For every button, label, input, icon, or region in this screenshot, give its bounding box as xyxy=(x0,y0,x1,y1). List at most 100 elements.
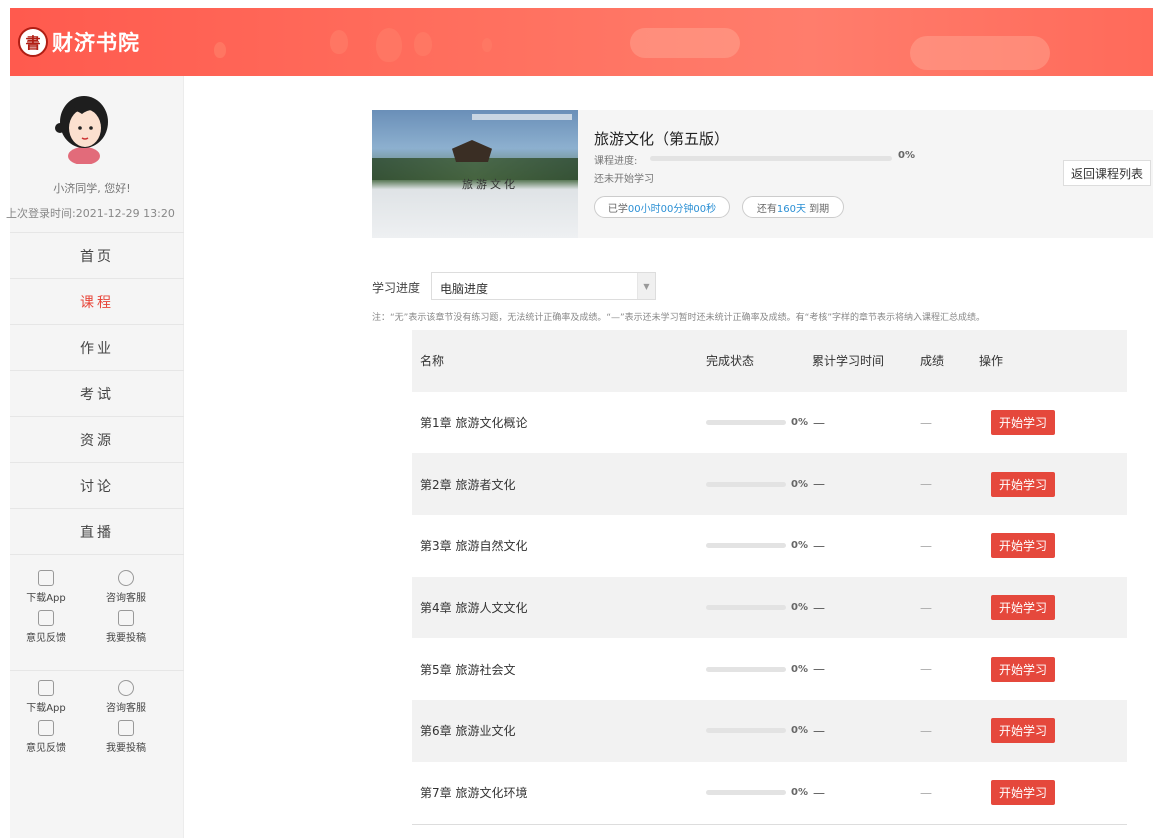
feedback-link[interactable]: 意见反馈 xyxy=(16,720,76,754)
customer-service-link[interactable]: 咨询客服 xyxy=(86,680,166,714)
avatar[interactable] xyxy=(52,92,116,164)
progress-select-label: 学习进度 xyxy=(372,281,421,295)
chapter-name: 第6章 旅游业文化 xyxy=(420,724,516,739)
download-app-link[interactable]: 下载App xyxy=(16,570,76,604)
last-login-time: 上次登录时间:2021-12-29 13:20 xyxy=(6,207,175,220)
header-name: 名称 xyxy=(420,354,445,369)
chapter-score: — xyxy=(920,785,932,800)
feedback-link[interactable]: 意见反馈 xyxy=(16,610,76,644)
balloon-decoration xyxy=(330,30,348,54)
chapter-score: — xyxy=(920,415,932,430)
download-app-link[interactable]: 下载App xyxy=(16,680,76,714)
table-header-row: 名称 完成状态 累计学习时间 成绩 操作 xyxy=(412,330,1127,392)
chapter-name: 第5章 旅游社会文 xyxy=(420,662,516,677)
chapter-progress-bar xyxy=(706,605,786,611)
chapter-progress-percent: 0% xyxy=(791,663,808,675)
headset-icon xyxy=(118,680,134,696)
feedback-icon xyxy=(38,720,54,736)
sidebar-item-homework[interactable]: 作业 xyxy=(10,325,184,371)
cover-title: 旅游文化 xyxy=(462,178,518,191)
chapter-progress-percent: 0% xyxy=(791,417,808,429)
phone-icon xyxy=(38,570,54,586)
phone-icon xyxy=(38,680,54,696)
chapter-score: — xyxy=(920,477,932,492)
course-title: 旅游文化（第五版） xyxy=(594,130,730,148)
chapter-progress-bar xyxy=(706,543,786,549)
sidebar-item-exams[interactable]: 考试 xyxy=(10,371,184,417)
document-icon xyxy=(118,610,134,626)
chapter-progress-bar xyxy=(706,728,786,734)
chapter-study-time: — xyxy=(813,600,825,615)
studied-prefix: 已学 xyxy=(607,203,628,215)
remaining-suffix: 到期 xyxy=(809,203,830,215)
submit-article-link[interactable]: 我要投稿 xyxy=(86,720,166,754)
chapter-name: 第7章 旅游文化环境 xyxy=(420,786,528,801)
progress-select-value: 电脑进度 xyxy=(440,282,489,296)
document-icon xyxy=(118,720,134,736)
sidebar-item-home[interactable]: 首页 xyxy=(10,233,184,279)
chapter-score: — xyxy=(920,538,932,553)
start-learning-button[interactable]: 开始学习 xyxy=(991,780,1055,806)
sidebar-menu: 首页 课程 作业 考试 资源 讨论 直播 xyxy=(10,232,184,555)
course-status: 还未开始学习 xyxy=(594,174,654,185)
sidebar-item-live[interactable]: 直播 xyxy=(10,509,184,555)
table-row: 第5章 旅游社会文 0% — — 开始学习 xyxy=(412,638,1127,700)
header-time: 累计学习时间 xyxy=(812,354,885,369)
progress-note: 注：“无”表示该章节没有练习题，无法统计正确率及成绩。“—”表示还未学习暂时还未… xyxy=(372,313,985,323)
chevron-down-icon: ▼ xyxy=(637,273,655,299)
divider xyxy=(10,670,184,671)
chapter-progress-bar xyxy=(706,420,786,426)
chapter-score: — xyxy=(920,662,932,677)
course-progress-label: 课程进度: xyxy=(594,156,638,167)
start-learning-button[interactable]: 开始学习 xyxy=(991,533,1055,559)
table-bottom-border xyxy=(412,824,1127,825)
chapter-table: 名称 完成状态 累计学习时间 成绩 操作 第1章 旅游文化概论 0% — — 开始学习第… xyxy=(412,330,1127,824)
logo-text: 财济书院 xyxy=(52,30,140,55)
remaining-days: 160天 xyxy=(776,203,806,215)
start-learning-button[interactable]: 开始学习 xyxy=(991,718,1055,744)
chapter-name: 第4章 旅游人文文化 xyxy=(420,601,528,616)
balloon-decoration xyxy=(482,38,492,52)
chapter-study-time: — xyxy=(813,723,825,738)
chapter-progress-percent: 0% xyxy=(791,478,808,490)
tool-label: 意见反馈 xyxy=(26,743,66,754)
chapter-name: 第3章 旅游自然文化 xyxy=(420,539,528,554)
balloon-decoration xyxy=(376,28,402,62)
site-logo[interactable]: 書 财济书院 xyxy=(18,27,140,57)
tool-links-group-2: 下载App 咨询客服 意见反馈 我要投稿 xyxy=(10,672,184,754)
feedback-icon xyxy=(38,610,54,626)
sidebar-item-discussion[interactable]: 讨论 xyxy=(10,463,184,509)
customer-service-link[interactable]: 咨询客服 xyxy=(86,570,166,604)
course-cover-image: 旅游文化 xyxy=(372,110,578,238)
start-learning-button[interactable]: 开始学习 xyxy=(991,656,1055,682)
top-header: 書 财济书院 xyxy=(10,8,1153,76)
header-status: 完成状态 xyxy=(706,354,755,369)
chapter-progress-bar xyxy=(706,790,786,796)
chapter-study-time: — xyxy=(813,662,825,677)
chapter-study-time: — xyxy=(813,785,825,800)
progress-select[interactable]: 电脑进度 ▼ xyxy=(431,272,656,300)
logo-mark: 書 xyxy=(18,27,48,57)
chapter-progress-bar xyxy=(706,481,786,487)
header-score: 成绩 xyxy=(920,354,945,369)
start-learning-button[interactable]: 开始学习 xyxy=(991,471,1055,497)
sidebar-item-resources[interactable]: 资源 xyxy=(10,417,184,463)
headset-icon xyxy=(118,570,134,586)
back-to-course-list-button[interactable]: 返回课程列表 xyxy=(1063,160,1151,186)
chapter-progress-percent: 0% xyxy=(791,602,808,614)
tool-label: 意见反馈 xyxy=(26,633,66,644)
table-row: 第1章 旅游文化概论 0% — — 开始学习 xyxy=(412,392,1127,454)
chapter-progress-percent: 0% xyxy=(791,787,808,799)
submit-article-link[interactable]: 我要投稿 xyxy=(86,610,166,644)
chapter-study-time: — xyxy=(813,538,825,553)
studied-time: 00小时00分钟00秒 xyxy=(627,203,717,215)
course-progress-percent: 0% xyxy=(898,150,915,161)
table-row: 第2章 旅游者文化 0% — — 开始学习 xyxy=(412,453,1127,516)
start-learning-button[interactable]: 开始学习 xyxy=(991,595,1055,621)
header-op: 操作 xyxy=(979,354,1004,369)
tool-label: 我要投稿 xyxy=(106,633,146,644)
balloon-decoration xyxy=(214,42,226,58)
start-learning-button[interactable]: 开始学习 xyxy=(991,410,1055,436)
chapter-name: 第1章 旅游文化概论 xyxy=(420,416,528,431)
sidebar-item-courses[interactable]: 课程 xyxy=(10,279,184,325)
